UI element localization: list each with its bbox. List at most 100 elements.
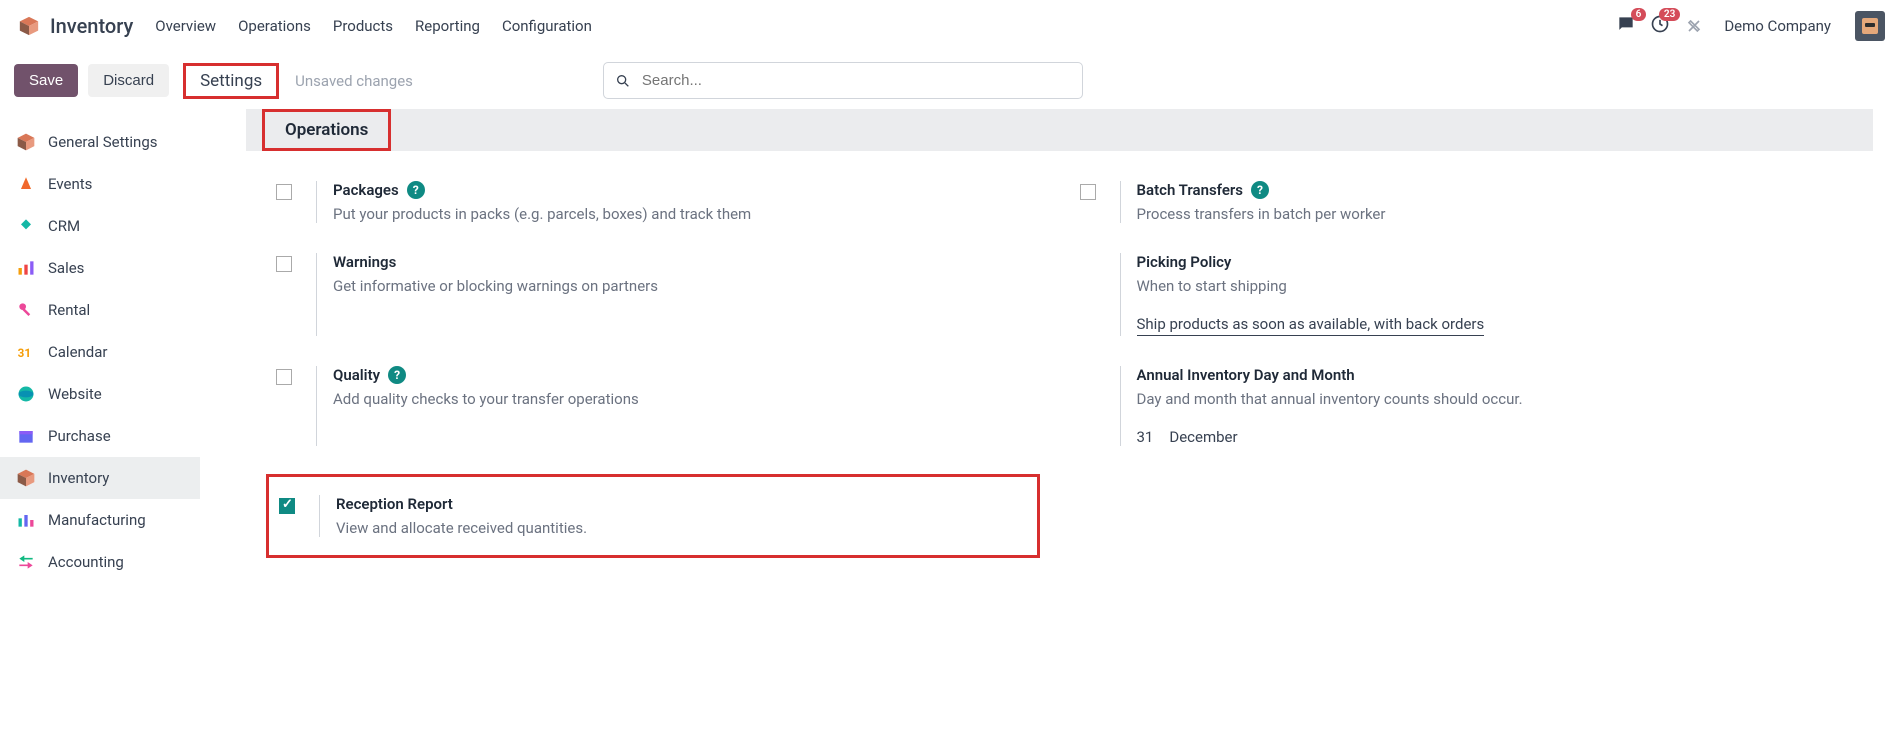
annual-month-select[interactable]: December <box>1169 428 1237 446</box>
divider <box>319 495 320 537</box>
setting-quality: Quality ? Add quality checks to your tra… <box>276 356 1040 466</box>
setting-reception: Reception Report View and allocate recei… <box>279 495 1027 537</box>
nav-overview[interactable]: Overview <box>155 17 216 35</box>
top-nav: Overview Operations Products Reporting C… <box>155 17 1616 35</box>
sidebar-item-calendar[interactable]: 31 Calendar <box>0 331 200 373</box>
user-avatar[interactable] <box>1855 11 1885 41</box>
sidebar-item-label: Manufacturing <box>48 511 146 529</box>
divider <box>1120 253 1121 336</box>
setting-title: Packages <box>333 181 399 199</box>
sidebar-item-purchase[interactable]: Purchase <box>0 415 200 457</box>
sidebar-item-label: Calendar <box>48 343 108 361</box>
section-title: Operations <box>262 109 391 151</box>
key-icon <box>16 300 36 320</box>
section-header: Operations <box>246 109 1873 151</box>
sidebar-item-crm[interactable]: CRM <box>0 205 200 247</box>
gear-icon <box>16 132 36 152</box>
reception-checkbox[interactable] <box>279 498 295 514</box>
app-title[interactable]: Inventory <box>50 14 133 38</box>
batch-checkbox[interactable] <box>1080 184 1096 200</box>
setting-desc: Process transfers in batch per worker <box>1137 205 1844 223</box>
divider <box>1120 181 1121 223</box>
top-icons: 6 23 Demo Company <box>1616 11 1885 41</box>
microphone-icon <box>16 174 36 194</box>
quality-checkbox[interactable] <box>276 369 292 385</box>
setting-batch: Batch Transfers ? Process transfers in b… <box>1080 171 1844 243</box>
sidebar-item-label: CRM <box>48 217 80 235</box>
divider <box>316 366 317 446</box>
box-icon <box>16 468 36 488</box>
sidebar-item-label: Inventory <box>48 469 109 487</box>
sidebar-item-manufacturing[interactable]: Manufacturing <box>0 499 200 541</box>
setting-title: Quality <box>333 366 380 384</box>
setting-title: Warnings <box>333 253 396 271</box>
sidebar-item-label: Sales <box>48 259 84 277</box>
picking-policy-select[interactable]: Ship products as soon as available, with… <box>1137 315 1485 336</box>
discard-button[interactable]: Discard <box>88 64 169 97</box>
search-wrap <box>603 62 1083 99</box>
setting-title: Picking Policy <box>1137 253 1232 271</box>
sidebar-item-website[interactable]: Website <box>0 373 200 415</box>
content: General Settings Events CRM Sales Rental… <box>0 109 1903 583</box>
setting-desc: Get informative or blocking warnings on … <box>333 277 1040 295</box>
sidebar-item-inventory[interactable]: Inventory <box>0 457 200 499</box>
packages-checkbox[interactable] <box>276 184 292 200</box>
setting-desc: Day and month that annual inventory coun… <box>1137 390 1844 408</box>
activities-badge: 23 <box>1659 8 1680 21</box>
setting-title: Annual Inventory Day and Month <box>1137 366 1355 384</box>
nav-products[interactable]: Products <box>333 17 393 35</box>
sidebar-scrollbar[interactable] <box>200 109 216 583</box>
wrench-icon <box>16 510 36 530</box>
messages-badge: 6 <box>1631 8 1647 21</box>
nav-configuration[interactable]: Configuration <box>502 17 592 35</box>
setting-annual: Annual Inventory Day and Month Day and m… <box>1080 356 1844 466</box>
setting-desc: View and allocate received quantities. <box>336 519 1027 537</box>
messages-button[interactable]: 6 <box>1616 14 1636 38</box>
nav-reporting[interactable]: Reporting <box>415 17 480 35</box>
cart-icon <box>16 426 36 446</box>
arrows-icon <box>16 552 36 572</box>
save-button[interactable]: Save <box>14 64 78 97</box>
sidebar-item-general[interactable]: General Settings <box>0 121 200 163</box>
tools-icon[interactable] <box>1684 16 1704 36</box>
sidebar-item-label: General Settings <box>48 133 158 151</box>
setting-picking: Picking Policy When to start shipping Sh… <box>1080 243 1844 356</box>
warnings-checkbox[interactable] <box>276 256 292 272</box>
sidebar-item-label: Website <box>48 385 102 403</box>
company-name[interactable]: Demo Company <box>1724 17 1831 35</box>
search-input[interactable] <box>603 62 1083 99</box>
setting-desc: Add quality checks to your transfer oper… <box>333 390 1040 408</box>
handshake-icon <box>16 216 36 236</box>
nav-operations[interactable]: Operations <box>238 17 311 35</box>
divider <box>1120 366 1121 446</box>
setting-warnings: Warnings Get informative or blocking war… <box>276 243 1040 356</box>
sidebar-item-rental[interactable]: Rental <box>0 289 200 331</box>
sidebar-item-accounting[interactable]: Accounting <box>0 541 200 583</box>
globe-icon <box>16 384 36 404</box>
main-panel: Operations Packages ? Put your products … <box>216 109 1903 583</box>
annual-day-input[interactable]: 31 <box>1137 428 1154 446</box>
setting-desc: Put your products in packs (e.g. parcels… <box>333 205 1040 223</box>
setting-title: Batch Transfers <box>1137 181 1244 199</box>
svg-text:31: 31 <box>18 346 31 360</box>
search-icon <box>615 73 631 89</box>
app-logo-icon <box>18 15 40 37</box>
sidebar-item-sales[interactable]: Sales <box>0 247 200 289</box>
settings-grid: Packages ? Put your products in packs (e… <box>246 171 1873 558</box>
sidebar-item-label: Purchase <box>48 427 111 445</box>
unsaved-indicator: Unsaved changes <box>295 72 413 90</box>
help-icon[interactable]: ? <box>407 181 425 199</box>
bar-chart-icon <box>16 258 36 278</box>
sidebar-item-label: Rental <box>48 301 90 319</box>
divider <box>316 181 317 223</box>
activities-button[interactable]: 23 <box>1650 14 1670 38</box>
help-icon[interactable]: ? <box>388 366 406 384</box>
divider <box>316 253 317 336</box>
breadcrumb-settings[interactable]: Settings <box>183 63 279 99</box>
sidebar-item-events[interactable]: Events <box>0 163 200 205</box>
setting-desc: When to start shipping <box>1137 277 1844 295</box>
topbar: Inventory Overview Operations Products R… <box>0 0 1903 52</box>
action-bar: Save Discard Settings Unsaved changes <box>0 52 1903 109</box>
settings-sidebar: General Settings Events CRM Sales Rental… <box>0 109 200 583</box>
help-icon[interactable]: ? <box>1251 181 1269 199</box>
